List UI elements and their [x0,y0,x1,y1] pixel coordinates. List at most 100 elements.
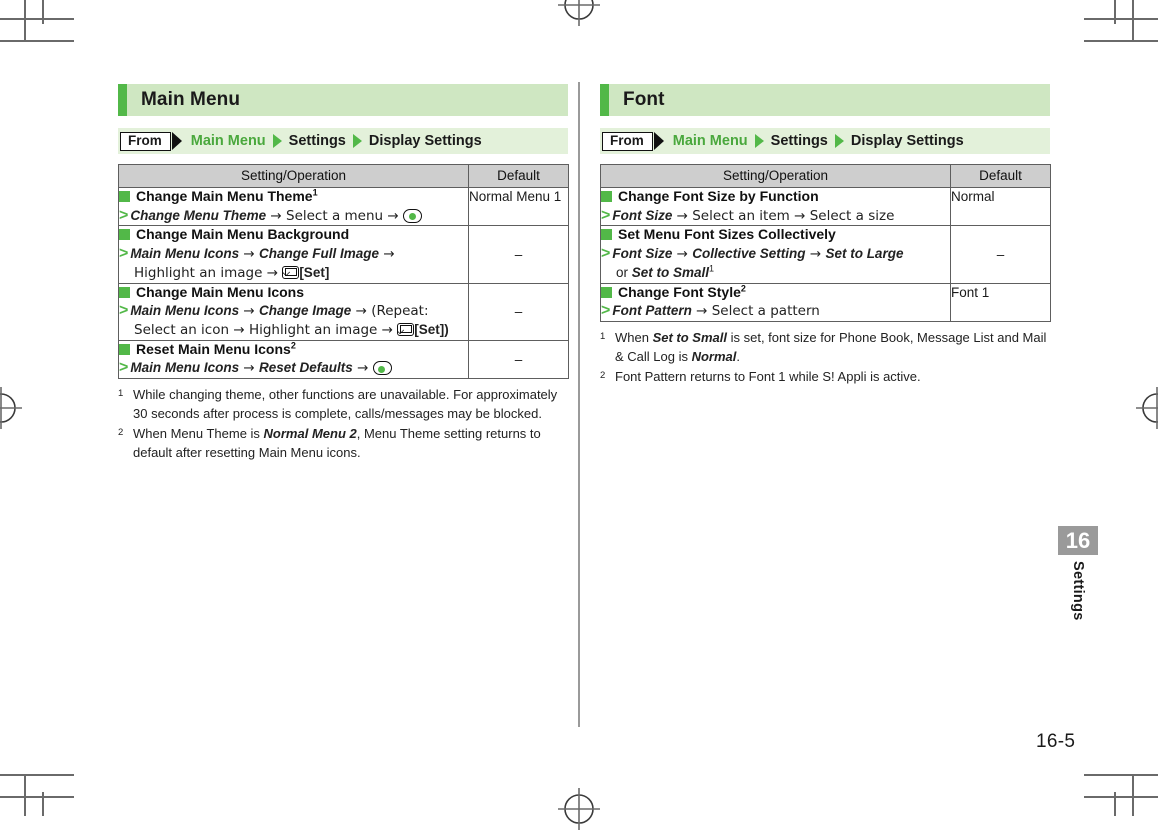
footnote-ref: 2 [740,283,746,294]
setting-title-text: Change Main Menu Icons [136,283,305,300]
breadcrumb-main-menu: From Main Menu Settings Display Settings [118,128,568,154]
footnote-number: 1 [600,331,606,343]
table-header-row: Setting/Operation Default [118,164,569,188]
steps-marker-icon: > [119,359,129,377]
green-square-bullet-icon [601,286,612,298]
step-term-3: Set to Large [825,245,904,261]
registration-mark-right [1134,385,1158,431]
chapter-tab: 16 Settings [1058,526,1098,626]
section-header-font: Font [600,84,1050,116]
mail-key-icon [397,323,415,337]
default-value-cell: – [468,339,569,380]
page-number: 16-5 [1036,731,1076,752]
breadcrumb-item-1[interactable]: Settings [289,133,346,149]
step-rest-2: → (Repeat: [351,303,429,320]
footnote-ref: 2 [290,340,296,351]
step-rest: → Select an item → Select a size [672,207,895,224]
chevron-right-icon [272,134,282,148]
chevron-right-icon [754,134,764,148]
table-row: Change Main Menu Background > Main Menu I… [118,225,569,284]
step-term: Font Size [612,207,673,223]
footnote-text: When Set to Small is set, font size for … [615,329,1055,367]
table-row: Set Menu Font Sizes Collectively > Font S… [600,225,1051,284]
breadcrumb-item-0[interactable]: Main Menu [673,133,748,149]
breadcrumb-font: From Main Menu Settings Display Settings [600,128,1050,154]
crop-mark-tr-h2 [1084,40,1158,42]
steps-marker-icon: > [601,302,611,320]
setting-title: Reset Main Menu Icons2 [119,341,468,359]
green-square-bullet-icon [119,286,130,298]
setting-title-text: Set Menu Font Sizes Collectively [618,226,836,243]
table-row: Change Font Size by Function > Font Size … [600,186,1051,227]
footnote-emphasis-2: Normal [691,348,737,364]
crop-mark-tl-h [0,18,74,20]
table-row: Change Main Menu Theme1 > Change Menu The… [118,186,569,227]
footnote-pre: When Menu Theme is [133,426,264,442]
setting-operation-cell: Change Main Menu Icons > Main Menu Icons … [118,282,469,341]
setting-steps: > Change Menu Theme → Select a menu → [119,207,468,226]
step-rest: → [239,303,260,320]
step-term-2: Change Image [259,303,352,319]
setting-title-text: Change Main Menu Background [136,226,350,243]
column-main-menu: Main Menu From Main Menu Settings Displa… [118,84,569,464]
section-title-text: Main Menu [141,89,241,110]
column-header-setting-operation: Setting/Operation [600,164,951,188]
step-line2-post: [Set]) [414,322,449,338]
registration-mark-top [556,0,602,28]
crop-mark-br-h [1084,774,1158,776]
setting-steps: > Main Menu Icons → Change Image → (Repea… [119,302,468,340]
footnotes-main-menu: 1 While changing theme, other functions … [118,386,573,462]
registration-mark-bottom [556,786,602,832]
footnote-emphasis: Set to Small [652,330,727,346]
breadcrumb-item-2[interactable]: Display Settings [369,133,482,149]
green-square-bullet-icon [119,343,130,355]
step-rest: → Select a menu → [266,207,403,224]
step-rest: → Select a pattern [691,303,820,320]
footnote-text: Font Pattern returns to Font 1 while S! … [615,368,921,384]
setting-title-text: Change Font Style [618,283,741,300]
footnote-text: While changing theme, other functions ar… [133,387,558,422]
setting-steps: > Font Size → Collective Setting → Set to… [601,245,950,283]
breadcrumb-item-1[interactable]: Settings [771,133,828,149]
footnote-number: 2 [600,369,606,381]
breadcrumb-item-0[interactable]: Main Menu [191,133,266,149]
default-value-cell: Font 1 [950,282,1051,323]
center-key-icon [402,208,422,223]
crop-mark-br-h2 [1084,796,1158,798]
breadcrumb-item-2[interactable]: Display Settings [851,133,964,149]
setting-operation-cell: Change Font Style2 > Font Pattern → Selec… [600,282,951,323]
setting-steps: > Main Menu Icons → Change Full Image → H… [119,245,468,283]
table-row: Change Font Style2 > Font Pattern → Selec… [600,282,1051,323]
crop-mark-br-v [1132,774,1134,816]
steps-marker-icon: > [601,206,611,224]
step-term-2: Collective Setting [692,245,806,261]
setting-title-text: Reset Main Menu Icons [136,340,291,357]
green-square-bullet-icon [601,191,612,202]
step-line2-pre: Highlight an image → [134,264,283,281]
green-square-bullet-icon [119,191,130,202]
table-row: Change Main Menu Icons > Main Menu Icons … [118,282,569,341]
step-term: Main Menu Icons [130,303,240,319]
setting-steps: > Font Size → Select an item → Select a s… [601,207,950,226]
crop-mark-tr-v2 [1114,0,1116,24]
from-arrow-icon [653,132,664,150]
chapter-name: Settings [1070,561,1086,621]
footnotes-font: 1 When Set to Small is set, font size fo… [600,329,1055,387]
footnote-ref: 1 [709,263,715,274]
crop-mark-tr-h [1084,18,1158,20]
footnote-emphasis: Normal Menu 2 [263,426,357,442]
step-term: Font Size [612,245,673,261]
footnote-pre: When [615,330,653,346]
default-value-cell: – [950,225,1051,284]
setting-title-text: Change Font Size by Function [618,188,819,204]
crop-mark-tl-h2 [0,40,74,42]
steps-marker-icon: > [119,302,129,320]
step-rest: → [239,360,260,377]
crop-mark-tl-v [24,0,26,42]
setting-operation-cell: Reset Main Menu Icons2 > Main Menu Icons … [118,339,469,380]
steps-marker-icon: > [119,244,129,262]
crop-mark-br-v2 [1114,792,1116,816]
steps-marker-icon: > [119,206,129,224]
table-row: Reset Main Menu Icons2 > Main Menu Icons … [118,339,569,380]
default-value-cell: Normal Menu 1 [468,186,569,227]
